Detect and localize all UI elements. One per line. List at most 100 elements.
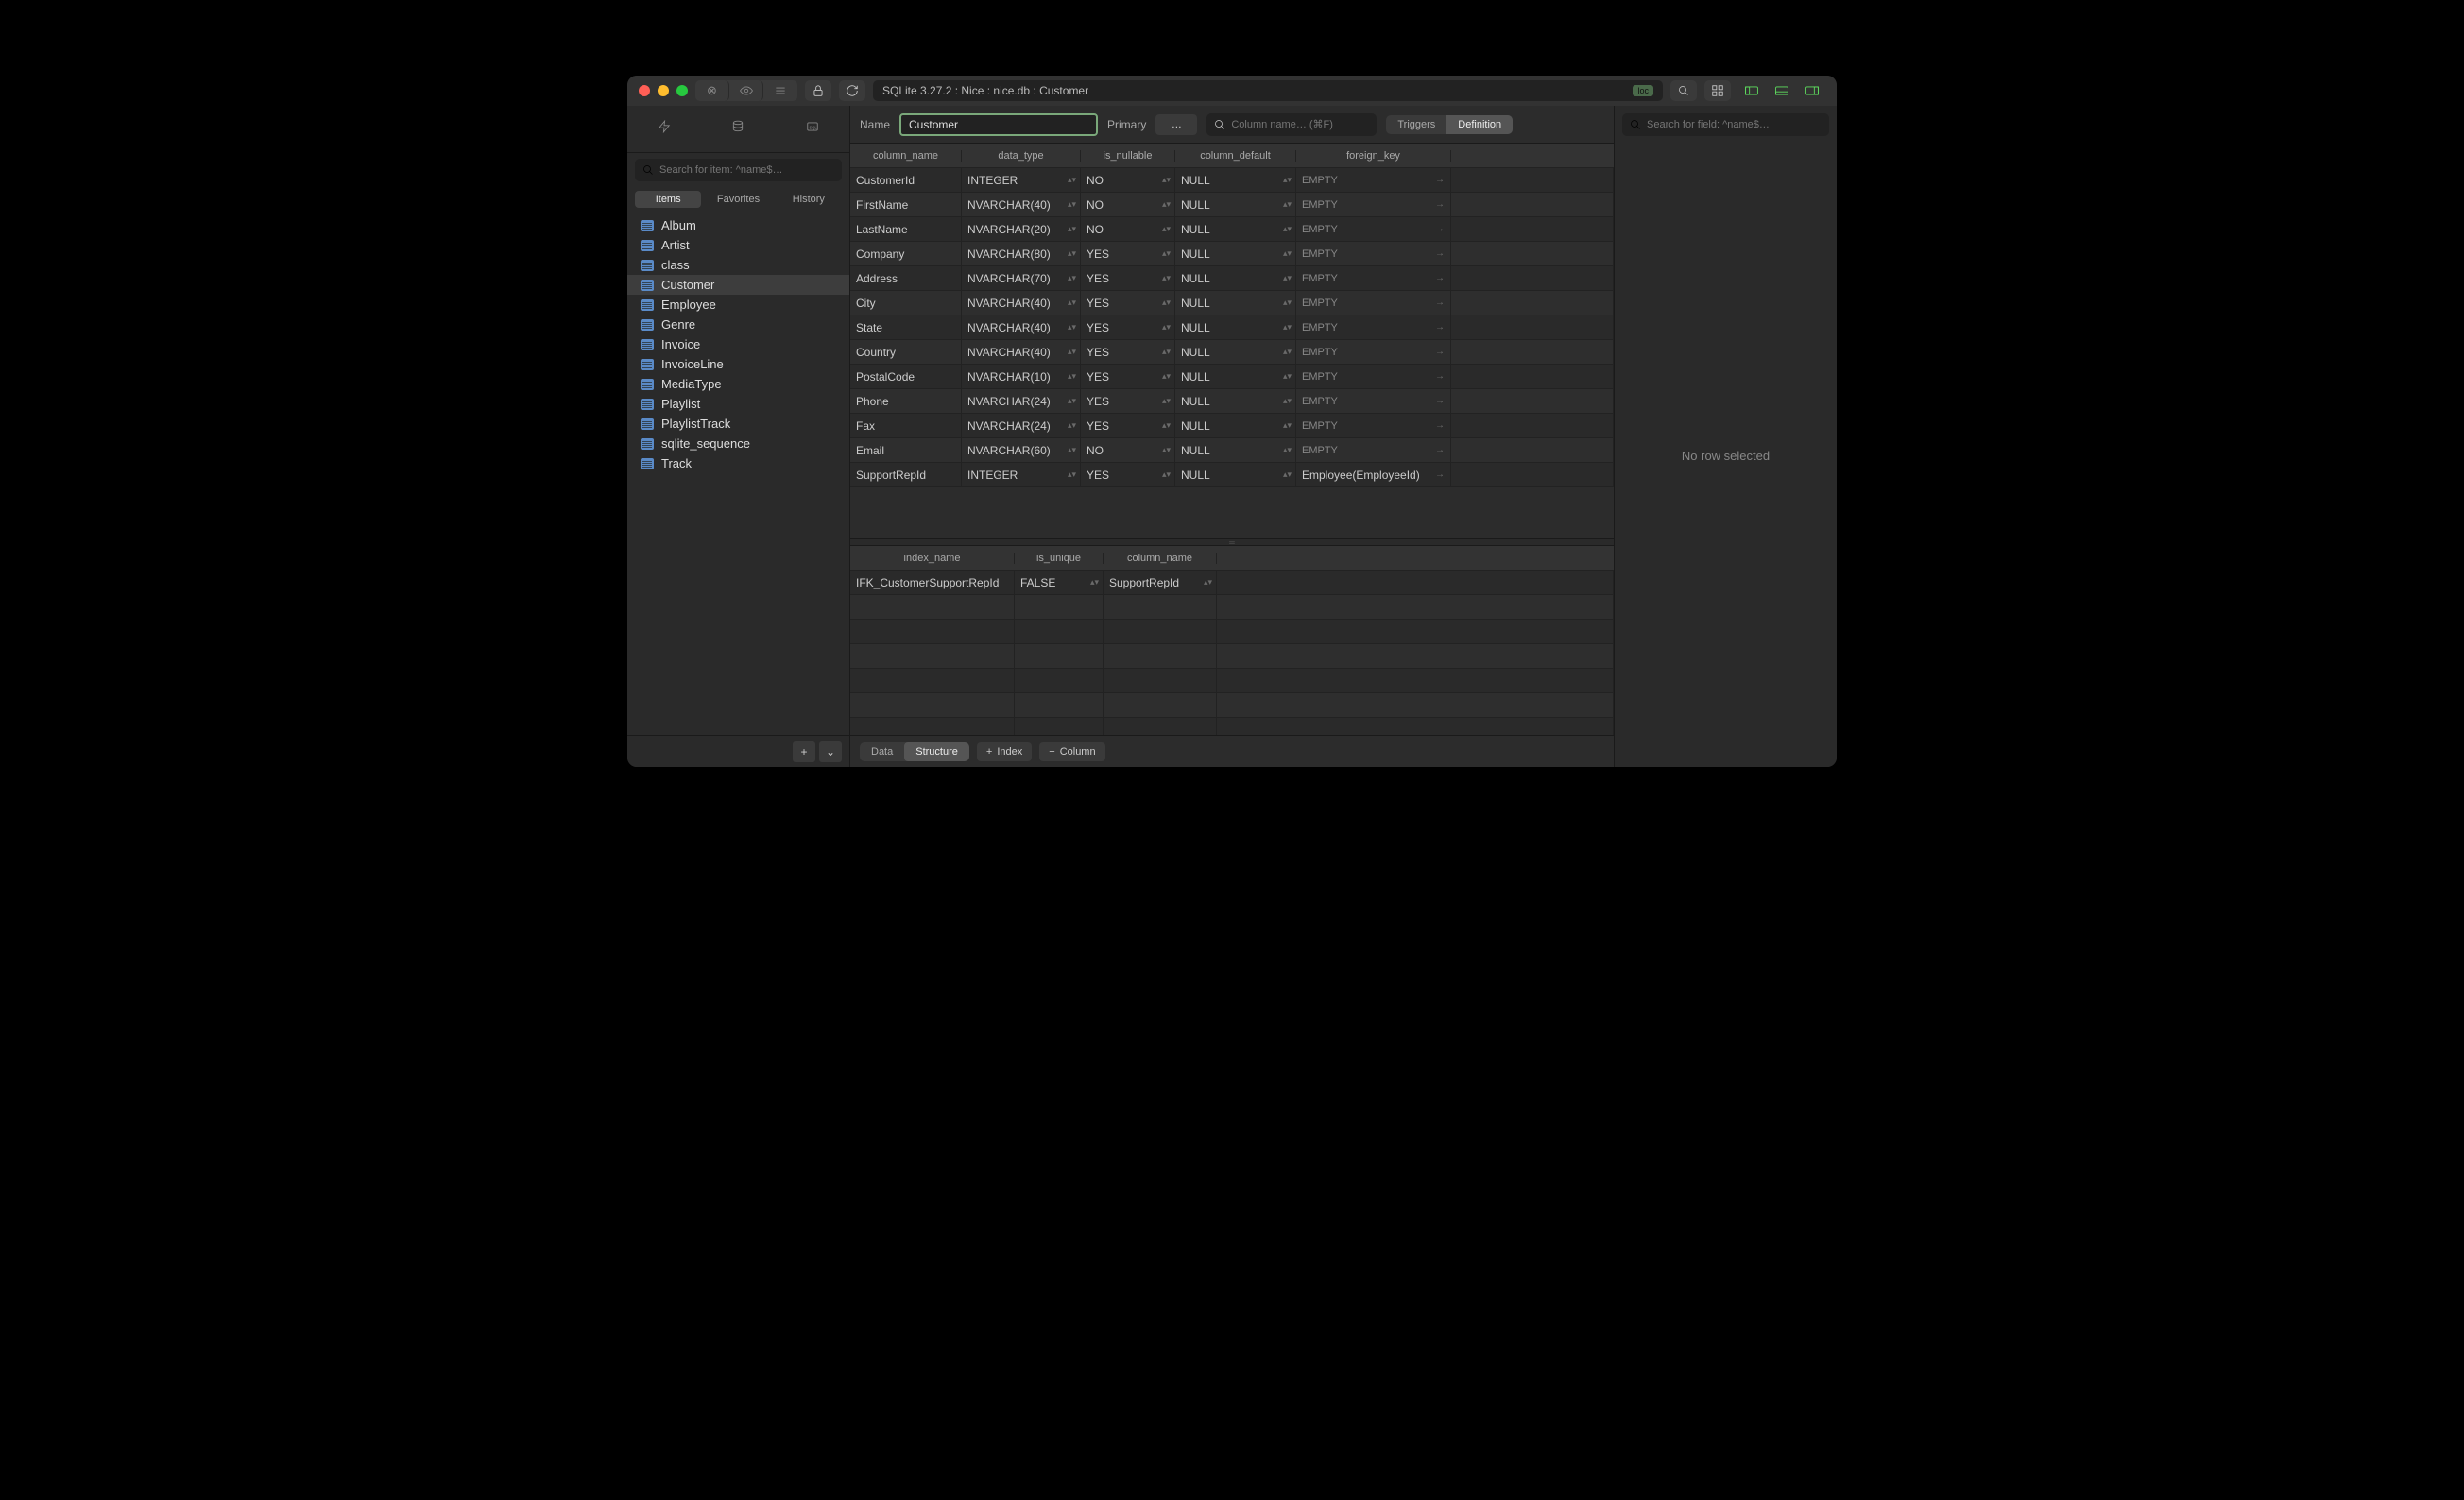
pane-resizer[interactable]: ═ — [850, 538, 1614, 546]
primary-key-dropdown[interactable]: … — [1155, 114, 1197, 135]
stepper-icon[interactable]: ▴▾ — [1283, 371, 1292, 382]
stepper-icon[interactable]: ▴▾ — [1283, 224, 1292, 234]
definition-button[interactable]: Definition — [1446, 115, 1513, 134]
col-header[interactable]: data_type — [962, 150, 1081, 162]
table-row[interactable]: CountryNVARCHAR(40)▴▾YES▴▾NULL▴▾EMPTY→ — [850, 340, 1614, 365]
stepper-icon[interactable]: ▴▾ — [1068, 273, 1076, 283]
stepper-icon[interactable]: ▴▾ — [1162, 298, 1171, 308]
sidebar-item-album[interactable]: Album — [627, 215, 849, 235]
stepper-icon[interactable]: ▴▾ — [1283, 175, 1292, 185]
table-row[interactable]: LastNameNVARCHAR(20)▴▾NO▴▾NULL▴▾EMPTY→ — [850, 217, 1614, 242]
stepper-icon[interactable]: ▴▾ — [1162, 371, 1171, 382]
stepper-icon[interactable]: ▴▾ — [1204, 577, 1212, 588]
arrow-icon[interactable]: → — [1435, 371, 1445, 382]
sidebar-item-playlisttrack[interactable]: PlaylistTrack — [627, 414, 849, 434]
stepper-icon[interactable]: ▴▾ — [1283, 469, 1292, 480]
eye-icon[interactable] — [729, 80, 763, 101]
column-search-input[interactable] — [1231, 119, 1369, 130]
structure-tab[interactable]: Structure — [904, 742, 969, 761]
data-tab[interactable]: Data — [860, 742, 904, 761]
close-window[interactable] — [639, 85, 650, 96]
tab-items[interactable]: Items — [635, 191, 701, 208]
arrow-icon[interactable]: → — [1435, 322, 1445, 332]
sidebar-item-genre[interactable]: Genre — [627, 315, 849, 334]
arrow-icon[interactable]: → — [1435, 224, 1445, 234]
add-button[interactable]: + — [793, 741, 815, 762]
stepper-icon[interactable]: ▴▾ — [1068, 224, 1076, 234]
arrow-icon[interactable]: → — [1435, 175, 1445, 185]
table-row[interactable]: AddressNVARCHAR(70)▴▾YES▴▾NULL▴▾EMPTY→ — [850, 266, 1614, 291]
search-icon[interactable] — [1670, 80, 1697, 101]
dropdown-button[interactable]: ⌄ — [819, 741, 842, 762]
stepper-icon[interactable]: ▴▾ — [1283, 347, 1292, 357]
arrow-icon[interactable]: → — [1435, 347, 1445, 357]
sidebar-item-invoice[interactable]: Invoice — [627, 334, 849, 354]
stepper-icon[interactable]: ▴▾ — [1068, 298, 1076, 308]
table-row[interactable]: CityNVARCHAR(40)▴▾YES▴▾NULL▴▾EMPTY→ — [850, 291, 1614, 315]
table-row[interactable]: CompanyNVARCHAR(80)▴▾YES▴▾NULL▴▾EMPTY→ — [850, 242, 1614, 266]
arrow-icon[interactable]: → — [1435, 298, 1445, 308]
stepper-icon[interactable]: ▴▾ — [1283, 273, 1292, 283]
stepper-icon[interactable]: ▴▾ — [1068, 445, 1076, 455]
sidebar-item-invoiceline[interactable]: InvoiceLine — [627, 354, 849, 374]
field-search-input[interactable] — [1647, 119, 1822, 130]
stepper-icon[interactable]: ▴▾ — [1283, 420, 1292, 431]
col-header[interactable]: index_name — [850, 553, 1015, 564]
col-header[interactable]: column_name — [850, 150, 962, 162]
maximize-window[interactable] — [676, 85, 688, 96]
cancel-icon[interactable]: ⊗ — [695, 80, 729, 101]
minimize-window[interactable] — [658, 85, 669, 96]
arrow-icon[interactable]: → — [1435, 273, 1445, 283]
arrow-icon[interactable]: → — [1435, 396, 1445, 406]
bolt-icon[interactable] — [650, 116, 678, 142]
stepper-icon[interactable]: ▴▾ — [1068, 199, 1076, 210]
col-header[interactable]: column_name — [1104, 553, 1217, 564]
sidebar-search[interactable] — [635, 159, 842, 181]
sidebar-item-artist[interactable]: Artist — [627, 235, 849, 255]
stepper-icon[interactable]: ▴▾ — [1283, 396, 1292, 406]
triggers-button[interactable]: Triggers — [1386, 115, 1446, 134]
table-row[interactable]: PostalCodeNVARCHAR(10)▴▾YES▴▾NULL▴▾EMPTY… — [850, 365, 1614, 389]
table-name-input[interactable] — [899, 113, 1098, 136]
stepper-icon[interactable]: ▴▾ — [1162, 445, 1171, 455]
stepper-icon[interactable]: ▴▾ — [1162, 273, 1171, 283]
column-search[interactable] — [1206, 113, 1377, 136]
layout-right[interactable] — [1799, 82, 1825, 99]
field-search[interactable] — [1622, 113, 1829, 136]
sidebar-item-mediatype[interactable]: MediaType — [627, 374, 849, 394]
stepper-icon[interactable]: ▴▾ — [1162, 396, 1171, 406]
stepper-icon[interactable]: ▴▾ — [1283, 248, 1292, 259]
stepper-icon[interactable]: ▴▾ — [1162, 420, 1171, 431]
add-index-button[interactable]: +Index — [977, 742, 1032, 761]
table-row[interactable]: FirstNameNVARCHAR(40)▴▾NO▴▾NULL▴▾EMPTY→ — [850, 193, 1614, 217]
stepper-icon[interactable]: ▴▾ — [1283, 322, 1292, 332]
stepper-icon[interactable]: ▴▾ — [1283, 445, 1292, 455]
col-header[interactable]: is_unique — [1015, 553, 1104, 564]
sidebar-item-track[interactable]: Track — [627, 453, 849, 473]
stepper-icon[interactable]: ▴▾ — [1068, 396, 1076, 406]
table-row[interactable]: IFK_CustomerSupportRepIdFALSE▴▾SupportRe… — [850, 571, 1614, 595]
sidebar-search-input[interactable] — [659, 164, 834, 176]
sidebar-item-class[interactable]: class — [627, 255, 849, 275]
layout-left[interactable] — [1738, 82, 1765, 99]
stepper-icon[interactable]: ▴▾ — [1162, 347, 1171, 357]
layout-bottom[interactable] — [1769, 82, 1795, 99]
stepper-icon[interactable]: ▴▾ — [1068, 371, 1076, 382]
sidebar-item-playlist[interactable]: Playlist — [627, 394, 849, 414]
breadcrumb-path[interactable]: SQLite 3.27.2 : Nice : nice.db : Custome… — [873, 80, 1663, 101]
stepper-icon[interactable]: ▴▾ — [1068, 420, 1076, 431]
refresh-icon[interactable] — [839, 80, 865, 101]
stepper-icon[interactable]: ▴▾ — [1068, 347, 1076, 357]
list-icon[interactable] — [763, 80, 797, 101]
col-header[interactable]: is_nullable — [1081, 150, 1175, 162]
table-row[interactable]: StateNVARCHAR(40)▴▾YES▴▾NULL▴▾EMPTY→ — [850, 315, 1614, 340]
sidebar-item-customer[interactable]: Customer — [627, 275, 849, 295]
table-row[interactable]: PhoneNVARCHAR(24)▴▾YES▴▾NULL▴▾EMPTY→ — [850, 389, 1614, 414]
stepper-icon[interactable]: ▴▾ — [1162, 469, 1171, 480]
stepper-icon[interactable]: ▴▾ — [1162, 322, 1171, 332]
stepper-icon[interactable]: ▴▾ — [1162, 175, 1171, 185]
stepper-icon[interactable]: ▴▾ — [1283, 298, 1292, 308]
table-row[interactable]: CustomerIdINTEGER▴▾NO▴▾NULL▴▾EMPTY→ — [850, 168, 1614, 193]
stepper-icon[interactable]: ▴▾ — [1162, 248, 1171, 259]
tab-history[interactable]: History — [776, 191, 842, 208]
